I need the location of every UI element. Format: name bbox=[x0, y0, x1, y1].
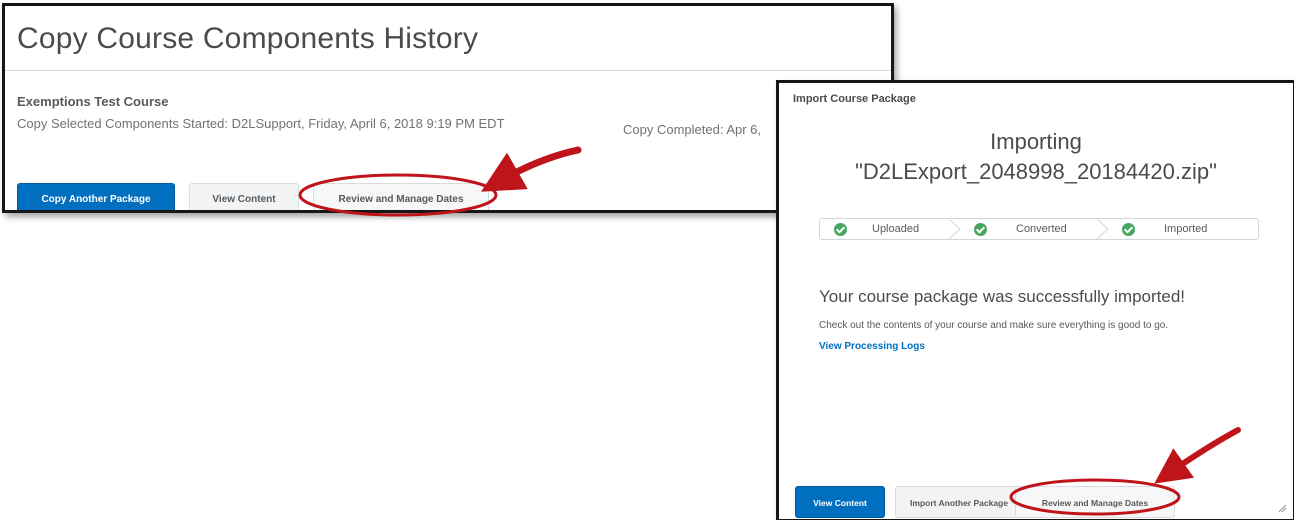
step-converted bbox=[974, 219, 987, 239]
success-message: Your course package was successfully imp… bbox=[819, 287, 1185, 306]
step-label-uploaded: Uploaded bbox=[872, 223, 920, 235]
import-another-package-button[interactable]: Import Another Package bbox=[895, 486, 1023, 518]
step-label-converted: Converted bbox=[1016, 223, 1067, 235]
copy-completed-text: Copy Completed: Apr 6, bbox=[623, 122, 762, 137]
success-subtext: Check out the contents of your course an… bbox=[819, 320, 1169, 331]
import-heading: Importing "D2LExport_2048998_20184420.zi… bbox=[779, 127, 1293, 187]
import-course-package-dialog: Import Course Package Importing "D2LExpo… bbox=[776, 80, 1294, 520]
dialog-title: Import Course Package bbox=[793, 93, 916, 105]
title-divider bbox=[5, 70, 891, 71]
copy-started-text: Copy Selected Components Started: D2LSup… bbox=[17, 116, 505, 131]
review-manage-dates-button[interactable]: Review and Manage Dates bbox=[1015, 486, 1175, 518]
check-circle-icon bbox=[834, 222, 847, 236]
review-manage-dates-button[interactable]: Review and Manage Dates bbox=[313, 183, 489, 210]
stage: Copy Course Components History Exemption… bbox=[0, 0, 1294, 520]
step-uploaded bbox=[834, 219, 847, 239]
copy-history-panel: Copy Course Components History Exemption… bbox=[2, 3, 894, 213]
resize-grip-icon[interactable] bbox=[1277, 503, 1287, 513]
check-circle-icon bbox=[974, 222, 987, 236]
step-imported bbox=[1122, 219, 1135, 239]
view-content-button[interactable]: View Content bbox=[795, 486, 885, 518]
course-name: Exemptions Test Course bbox=[17, 94, 169, 109]
page-title: Copy Course Components History bbox=[17, 22, 479, 55]
import-progress-stepper: Uploaded Converted Imported bbox=[819, 218, 1259, 240]
step-label-imported: Imported bbox=[1164, 223, 1208, 235]
check-circle-icon bbox=[1122, 222, 1135, 236]
import-file-name: "D2LExport_2048998_20184420.zip" bbox=[855, 159, 1217, 184]
step-chevron-icon bbox=[948, 219, 961, 239]
view-processing-logs-link[interactable]: View Processing Logs bbox=[819, 341, 925, 352]
import-heading-line1: Importing bbox=[990, 129, 1082, 154]
step-chevron-icon bbox=[1096, 219, 1109, 239]
copy-another-package-button[interactable]: Copy Another Package bbox=[17, 183, 175, 210]
view-content-button[interactable]: View Content bbox=[189, 183, 299, 210]
